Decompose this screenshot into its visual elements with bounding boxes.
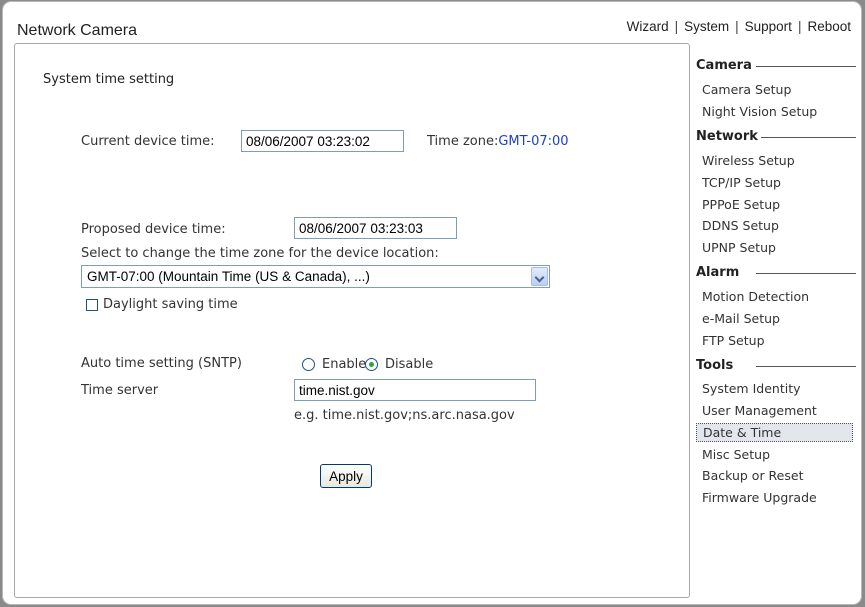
time-server-field[interactable]: [294, 379, 536, 401]
sidebar-item-system-identity[interactable]: System Identity: [702, 381, 801, 396]
sidebar-item-email-setup[interactable]: e-Mail Setup: [702, 311, 780, 326]
nav-system-link[interactable]: System: [684, 19, 729, 34]
sidebar-item-night-vision-setup[interactable]: Night Vision Setup: [702, 104, 817, 119]
nav-wizard-link[interactable]: Wizard: [627, 19, 669, 34]
nav-separator: |: [674, 19, 679, 34]
timezone-display: Time zone:GMT-07:00: [427, 134, 569, 149]
apply-button[interactable]: Apply: [320, 464, 372, 488]
panel-title: System time setting: [43, 72, 175, 87]
nav-separator: |: [735, 19, 739, 34]
current-time-label: Current device time:: [81, 134, 215, 149]
time-server-label: Time server: [81, 383, 159, 398]
sidebar-item-camera-setup[interactable]: Camera Setup: [702, 82, 791, 97]
sidebar-item-misc-setup[interactable]: Misc Setup: [702, 447, 770, 462]
sidebar-item-ftp-setup[interactable]: FTP Setup: [702, 333, 765, 348]
sntp-enable-label: Enable: [322, 357, 367, 372]
sidebar-section-alarm: Alarm: [696, 265, 740, 280]
time-server-example: e.g. time.nist.gov;ns.arc.nasa.gov: [294, 408, 515, 423]
settings-panel: System time setting Current device time:…: [14, 43, 690, 598]
sidebar-item-tcpip-setup[interactable]: TCP/IP Setup: [702, 175, 781, 190]
timezone-select-value: GMT-07:00 (Mountain Time (US & Canada), …: [87, 269, 370, 284]
sidebar-item-backup-reset[interactable]: Backup or Reset: [702, 468, 803, 483]
sntp-disable-label: Disable: [385, 357, 434, 372]
sidebar-item-user-management[interactable]: User Management: [702, 403, 817, 418]
daylight-saving-checkbox[interactable]: [86, 299, 98, 311]
sidebar-section-camera: Camera: [696, 58, 752, 73]
sidebar-item-ddns-setup[interactable]: DDNS Setup: [702, 218, 779, 233]
section-divider: [761, 137, 856, 138]
select-timezone-label: Select to change the time zone for the d…: [81, 246, 439, 261]
top-navigation: Wizard | System | Support | Reboot: [627, 19, 851, 34]
app-title: Network Camera: [17, 22, 138, 39]
sidebar-item-motion-detection[interactable]: Motion Detection: [702, 289, 809, 304]
sidebar-section-network: Network: [696, 129, 758, 144]
nav-support-link[interactable]: Support: [745, 19, 792, 34]
proposed-time-label: Proposed device time:: [81, 222, 226, 237]
section-divider: [756, 66, 856, 67]
daylight-saving-label: Daylight saving time: [103, 297, 238, 312]
sidebar-item-date-time[interactable]: Date & Time: [696, 423, 853, 442]
current-time-field[interactable]: [241, 130, 404, 152]
timezone-label: Time zone:: [427, 134, 499, 149]
sntp-disable-radio[interactable]: [365, 358, 378, 371]
nav-separator: |: [797, 19, 802, 34]
timezone-value: GMT-07:00: [498, 134, 569, 149]
sntp-enable-radio[interactable]: [302, 358, 315, 371]
timezone-select[interactable]: GMT-07:00 (Mountain Time (US & Canada), …: [81, 265, 550, 288]
section-divider: [756, 273, 856, 274]
sidebar-item-wireless-setup[interactable]: Wireless Setup: [702, 153, 795, 168]
section-divider: [756, 366, 856, 367]
app-window: Network Camera Wizard | System | Support | Reb…: [3, 2, 861, 604]
sidebar-item-firmware-upgrade[interactable]: Firmware Upgrade: [702, 490, 817, 505]
sntp-label: Auto time setting (SNTP): [81, 356, 242, 371]
nav-reboot-link[interactable]: Reboot: [807, 19, 851, 34]
sidebar-section-tools: Tools: [696, 358, 734, 373]
proposed-time-field[interactable]: [294, 217, 457, 239]
sidebar-item-pppoe-setup[interactable]: PPPoE Setup: [702, 197, 780, 212]
chevron-down-icon[interactable]: [531, 267, 548, 286]
sidebar-item-upnp-setup[interactable]: UPNP Setup: [702, 240, 776, 255]
